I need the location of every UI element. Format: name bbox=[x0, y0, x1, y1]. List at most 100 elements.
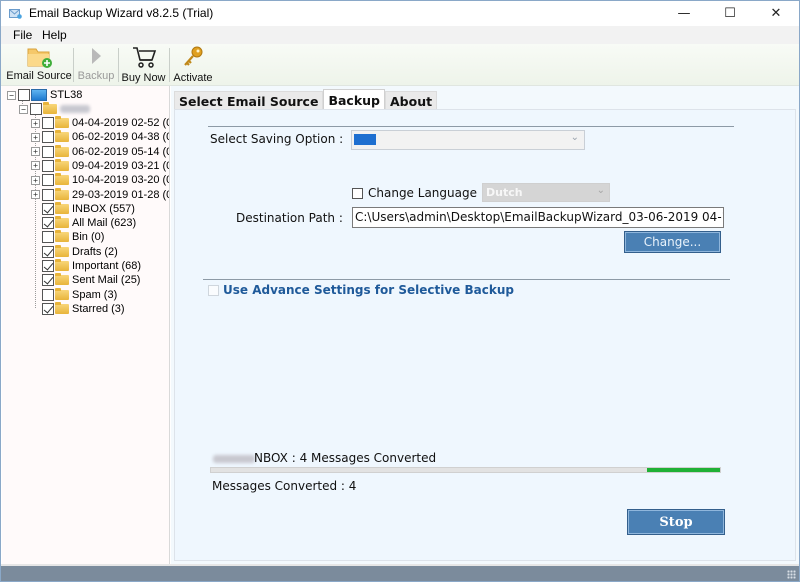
toolbar-separator bbox=[118, 48, 119, 82]
tree-folder-item[interactable]: +10-04-2019 03-20 (0) bbox=[31, 173, 169, 187]
tree-folder-item[interactable]: INBOX (557) bbox=[31, 201, 135, 216]
folder-checkbox[interactable] bbox=[42, 131, 54, 144]
expand-icon[interactable]: + bbox=[31, 161, 40, 171]
folder-icon bbox=[55, 230, 69, 243]
tree-folder-item[interactable]: +29-03-2019 01-28 (0) bbox=[31, 187, 169, 202]
advance-settings-label[interactable]: Use Advance Settings for Selective Backu… bbox=[223, 283, 514, 297]
divider bbox=[203, 279, 730, 280]
window-title: Email Backup Wizard v8.2.5 (Trial) bbox=[29, 6, 214, 20]
tree-folder-item[interactable]: +06-02-2019 04-38 (0) bbox=[31, 130, 169, 144]
close-icon: ✕ bbox=[770, 6, 782, 21]
folder-checkbox[interactable] bbox=[42, 274, 54, 287]
tree-node-account[interactable]: − bbox=[19, 102, 90, 116]
tree-node-label: STL38 bbox=[50, 89, 83, 101]
minimize-icon: — bbox=[677, 6, 691, 21]
tree-checkbox[interactable] bbox=[18, 89, 30, 101]
change-path-button[interactable]: Change... bbox=[624, 231, 721, 253]
folder-icon bbox=[43, 102, 57, 114]
collapse-icon[interactable]: − bbox=[19, 104, 28, 114]
chevron-down-icon: ⌄ bbox=[596, 185, 605, 196]
saving-option-label: Select Saving Option : bbox=[210, 132, 344, 146]
expand-icon[interactable]: + bbox=[31, 132, 40, 142]
toolbar-separator bbox=[73, 48, 74, 82]
folder-checkbox[interactable] bbox=[42, 231, 54, 244]
computer-icon bbox=[31, 89, 47, 101]
saving-option-select[interactable]: ⌄ bbox=[351, 130, 585, 150]
menu-help[interactable]: Help bbox=[42, 28, 67, 42]
folder-checkbox[interactable] bbox=[42, 217, 54, 230]
email-source-button[interactable]: Email Source bbox=[6, 44, 72, 86]
tab-label: Backup bbox=[328, 92, 380, 108]
title-bar: Email Backup Wizard v8.2.5 (Trial) — ☐ ✕ bbox=[1, 1, 799, 26]
account-name-redacted bbox=[213, 455, 255, 463]
progress-fill bbox=[647, 468, 720, 472]
tab-select-email-source[interactable]: Select Email Source bbox=[174, 91, 324, 110]
tab-backup[interactable]: Backup bbox=[323, 89, 385, 110]
backup-tab-content: Select Saving Option : ⌄ Change Language… bbox=[174, 109, 796, 561]
account-name-redacted bbox=[60, 105, 90, 113]
stop-button[interactable]: Stop bbox=[627, 509, 725, 535]
minimize-button[interactable]: — bbox=[661, 1, 707, 26]
messages-converted-count: Messages Converted : 4 bbox=[212, 479, 357, 493]
folder-label: Spam (3) bbox=[72, 288, 118, 301]
folder-progress-status: NBOX : 4 Messages Converted bbox=[254, 451, 437, 465]
folder-checkbox[interactable] bbox=[42, 174, 54, 187]
resize-grip-icon[interactable] bbox=[787, 570, 796, 579]
folder-checkbox[interactable] bbox=[42, 202, 54, 215]
folder-checkbox[interactable] bbox=[42, 302, 54, 315]
change-language-checkbox[interactable] bbox=[352, 188, 363, 199]
tree-node-root[interactable]: − STL38 bbox=[7, 88, 82, 102]
folder-icon bbox=[55, 144, 69, 157]
folder-label: Important (68) bbox=[72, 260, 142, 272]
tree-checkbox[interactable] bbox=[30, 103, 42, 115]
tree-folder-item[interactable]: Drafts (2) bbox=[31, 244, 118, 259]
activate-label: Activate bbox=[173, 72, 213, 84]
folder-icon bbox=[55, 173, 69, 186]
folder-label: INBOX (557) bbox=[72, 202, 135, 215]
tree-folder-item[interactable]: +04-04-2019 02-52 (0) bbox=[31, 116, 170, 130]
close-button[interactable]: ✕ bbox=[753, 1, 799, 26]
menu-file[interactable]: File bbox=[13, 28, 32, 42]
advance-settings-checkbox[interactable] bbox=[208, 285, 219, 296]
tab-about[interactable]: About bbox=[385, 91, 438, 110]
tree-folder-item[interactable]: +06-02-2019 05-14 (0) bbox=[31, 144, 170, 159]
tree-folder-item[interactable]: Starred (3) bbox=[31, 301, 125, 316]
app-window: Email Backup Wizard v8.2.5 (Trial) — ☐ ✕… bbox=[0, 0, 800, 582]
folder-label: 04-04-2019 02-52 (0) bbox=[72, 117, 170, 129]
expand-icon[interactable]: + bbox=[31, 147, 40, 157]
expand-icon[interactable]: + bbox=[31, 175, 40, 185]
folder-label: All Mail (623) bbox=[72, 217, 137, 230]
collapse-icon[interactable]: − bbox=[7, 90, 16, 100]
maximize-button[interactable]: ☐ bbox=[707, 1, 753, 26]
folder-checkbox[interactable] bbox=[42, 159, 54, 172]
folder-label: Drafts (2) bbox=[72, 245, 118, 258]
activate-button[interactable]: Activate bbox=[172, 44, 214, 86]
tree-folder-item[interactable]: +09-04-2019 03-21 (0) bbox=[31, 158, 169, 173]
buy-now-label: Buy Now bbox=[121, 72, 166, 84]
folder-checkbox[interactable] bbox=[42, 288, 54, 301]
tree-folder-item[interactable]: Spam (3) bbox=[31, 287, 118, 302]
destination-path-label: Destination Path : bbox=[236, 211, 343, 225]
folder-icon bbox=[55, 158, 69, 171]
folder-checkbox[interactable] bbox=[42, 117, 54, 129]
buy-now-button[interactable]: Buy Now bbox=[121, 44, 166, 86]
divider bbox=[208, 126, 734, 127]
folder-checkbox[interactable] bbox=[42, 188, 54, 201]
tree-folder-item[interactable]: Sent Mail (25) bbox=[31, 273, 140, 287]
expand-icon[interactable]: + bbox=[31, 190, 40, 199]
tree-folder-item[interactable]: Bin (0) bbox=[31, 230, 104, 244]
tree-folder-item[interactable]: All Mail (623) bbox=[31, 216, 136, 230]
folder-label: Bin (0) bbox=[72, 231, 105, 244]
destination-path-input[interactable]: C:\Users\admin\Desktop\EmailBackupWizard… bbox=[352, 207, 724, 228]
folder-checkbox[interactable] bbox=[42, 145, 54, 158]
tab-bar: Select Email Source Backup About bbox=[174, 89, 438, 110]
tree-folder-item[interactable]: Important (68) bbox=[31, 259, 141, 273]
folder-checkbox[interactable] bbox=[42, 245, 54, 258]
backup-button[interactable]: Backup bbox=[76, 44, 116, 86]
language-select[interactable]: Dutch ⌄ bbox=[482, 183, 610, 202]
folder-icon bbox=[55, 187, 69, 200]
folder-label: 06-02-2019 05-14 (0) bbox=[72, 145, 170, 158]
folder-label: Starred (3) bbox=[72, 302, 125, 315]
folder-checkbox[interactable] bbox=[42, 260, 54, 272]
expand-icon[interactable]: + bbox=[31, 118, 40, 128]
